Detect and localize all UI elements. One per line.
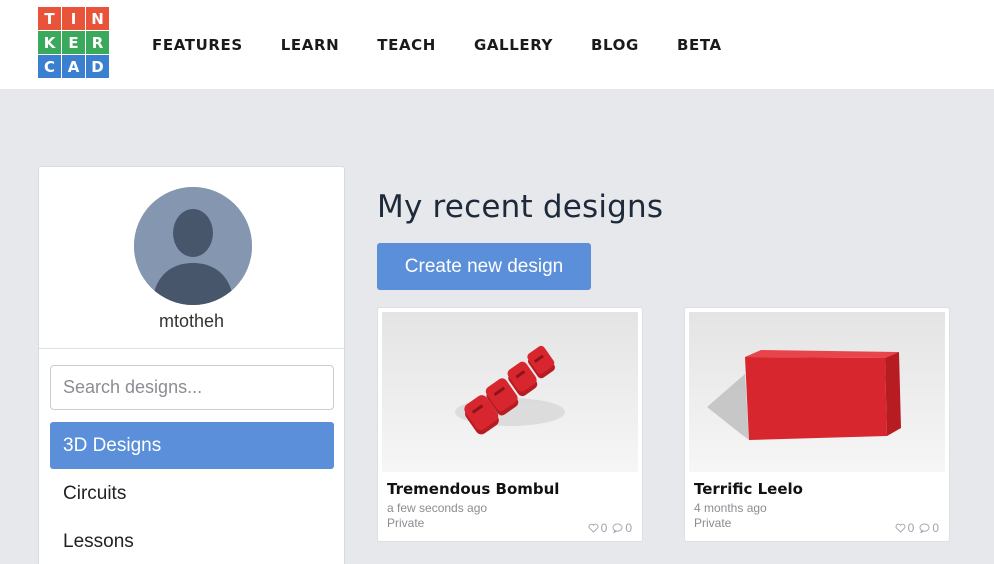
comment-icon xyxy=(612,523,623,533)
sidebar-item-label: Lessons xyxy=(63,530,134,552)
user-silhouette-icon xyxy=(134,187,252,305)
logo-letter: T xyxy=(38,7,61,30)
comments-stat: 0 xyxy=(612,521,632,535)
logo-letter: N xyxy=(86,7,109,30)
logo-letter: R xyxy=(86,31,109,54)
likes-count: 0 xyxy=(907,521,915,535)
likes-stat: 0 xyxy=(588,521,608,535)
comments-count: 0 xyxy=(932,521,939,535)
comments-stat: 0 xyxy=(919,521,939,535)
create-new-design-button[interactable]: Create new design xyxy=(377,243,591,290)
main-nav: FEATURES LEARN TEACH GALLERY BLOG BETA xyxy=(152,36,760,54)
sidebar-divider xyxy=(39,348,344,349)
comment-icon xyxy=(919,523,930,533)
red-3d-text-model-icon xyxy=(382,312,638,472)
design-privacy: Private xyxy=(387,516,425,530)
logo-letter: D xyxy=(86,55,109,78)
logo-letter: A xyxy=(62,55,85,78)
nav-blog[interactable]: BLOG xyxy=(591,36,639,54)
design-card[interactable]: Terrific Leelo 4 months ago Private 0 0 xyxy=(684,307,950,542)
logo-letter: I xyxy=(62,7,85,30)
logo-letter: E xyxy=(62,31,85,54)
design-thumbnail[interactable] xyxy=(382,312,638,472)
username: mtotheh xyxy=(158,311,225,331)
heart-icon xyxy=(588,523,599,533)
search-designs-input[interactable] xyxy=(50,365,334,410)
likes-stat: 0 xyxy=(895,521,915,535)
sidebar-item-label: Circuits xyxy=(63,482,127,504)
tinkercad-logo[interactable]: T I N K E R C A D xyxy=(38,7,109,78)
top-header: T I N K E R C A D FEATURES LEARN TEACH G… xyxy=(0,0,994,89)
design-card[interactable]: Tremendous Bombul a few seconds ago Priv… xyxy=(377,307,643,542)
sidebar-item-label: 3D Designs xyxy=(63,434,162,456)
logo-letter: K xyxy=(38,31,61,54)
red-box-model-icon xyxy=(689,312,945,472)
sidebar-item-circuits[interactable]: Circuits xyxy=(50,470,334,517)
design-stats: 0 0 xyxy=(588,521,632,535)
comments-count: 0 xyxy=(625,521,632,535)
nav-beta[interactable]: BETA xyxy=(677,36,722,54)
nav-features[interactable]: FEATURES xyxy=(152,36,243,54)
design-timestamp: a few seconds ago xyxy=(387,501,488,515)
page-title: My recent designs xyxy=(377,189,664,225)
nav-learn[interactable]: LEARN xyxy=(281,36,340,54)
nav-gallery[interactable]: GALLERY xyxy=(474,36,553,54)
design-stats: 0 0 xyxy=(895,521,939,535)
sidebar-item-lessons[interactable]: Lessons xyxy=(50,518,334,564)
design-thumbnail[interactable] xyxy=(689,312,945,472)
nav-teach[interactable]: TEACH xyxy=(377,36,436,54)
design-title[interactable]: Terrific Leelo xyxy=(694,480,803,498)
design-title[interactable]: Tremendous Bombul xyxy=(387,480,559,498)
sidebar-item-3d-designs[interactable]: 3D Designs xyxy=(50,422,334,469)
logo-letter: C xyxy=(38,55,61,78)
design-privacy: Private xyxy=(694,516,732,530)
likes-count: 0 xyxy=(600,521,608,535)
avatar[interactable] xyxy=(134,187,252,305)
profile-sidebar: mtotheh 3D Designs Circuits Lessons xyxy=(38,166,345,564)
heart-icon xyxy=(895,523,906,533)
design-timestamp: 4 months ago xyxy=(694,501,767,515)
